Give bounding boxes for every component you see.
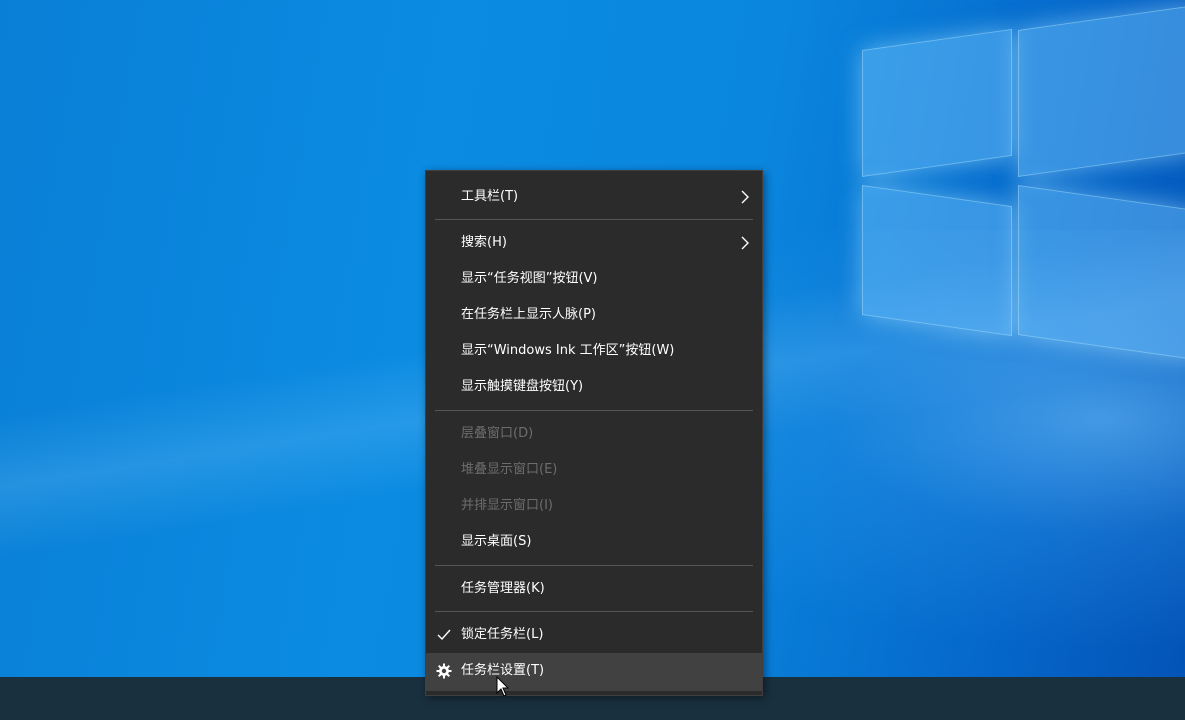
menu-item-search[interactable]: 搜索(H) [426, 225, 762, 261]
menu-item-taskbar-settings[interactable]: 任务栏设置(T) [426, 653, 762, 691]
menu-item-label: 显示“Windows Ink 工作区”按钮(W) [461, 343, 675, 358]
menu-separator [435, 565, 753, 566]
chevron-right-icon [741, 236, 749, 250]
menu-separator [435, 611, 753, 612]
windows-logo-wallpaper [862, 0, 1185, 361]
menu-separator [435, 410, 753, 411]
menu-item-label: 搜索(H) [461, 235, 507, 250]
menu-item-label: 堆叠显示窗口(E) [461, 462, 558, 477]
menu-item-show-touch-keyboard-button[interactable]: 显示触摸键盘按钮(Y) [426, 369, 762, 405]
menu-item-stack-windows: 堆叠显示窗口(E) [426, 452, 762, 488]
menu-item-show-people[interactable]: 在任务栏上显示人脉(P) [426, 297, 762, 333]
menu-item-label: 并排显示窗口(I) [461, 498, 553, 513]
menu-item-show-desktop[interactable]: 显示桌面(S) [426, 524, 762, 560]
menu-item-label: 锁定任务栏(L) [461, 627, 544, 642]
menu-separator [435, 219, 753, 220]
menu-item-side-by-side-windows: 并排显示窗口(I) [426, 488, 762, 524]
menu-item-label: 显示触摸键盘按钮(Y) [461, 379, 584, 394]
mouse-pointer-icon [496, 676, 510, 697]
menu-item-cascade-windows: 层叠窗口(D) [426, 416, 762, 452]
menu-item-label: 显示桌面(S) [461, 534, 532, 549]
menu-item-toolbars[interactable]: 工具栏(T) [426, 179, 762, 215]
menu-item-label: 任务管理器(K) [461, 581, 545, 596]
gear-icon [436, 663, 452, 679]
menu-item-label: 显示“任务视图”按钮(V) [461, 271, 598, 286]
menu-item-label: 工具栏(T) [461, 189, 519, 204]
menu-item-task-manager[interactable]: 任务管理器(K) [426, 571, 762, 607]
taskbar-context-menu: 工具栏(T) 搜索(H) 显示“任务视图”按钮(V) 在任务栏上显示人脉(P) … [425, 170, 763, 696]
chevron-right-icon [741, 190, 749, 204]
menu-item-show-task-view-button[interactable]: 显示“任务视图”按钮(V) [426, 261, 762, 297]
checkmark-icon [437, 629, 451, 641]
menu-item-show-windows-ink-button[interactable]: 显示“Windows Ink 工作区”按钮(W) [426, 333, 762, 369]
menu-item-label: 层叠窗口(D) [461, 426, 534, 441]
menu-item-label: 在任务栏上显示人脉(P) [461, 307, 596, 322]
menu-item-lock-taskbar[interactable]: 锁定任务栏(L) [426, 617, 762, 653]
